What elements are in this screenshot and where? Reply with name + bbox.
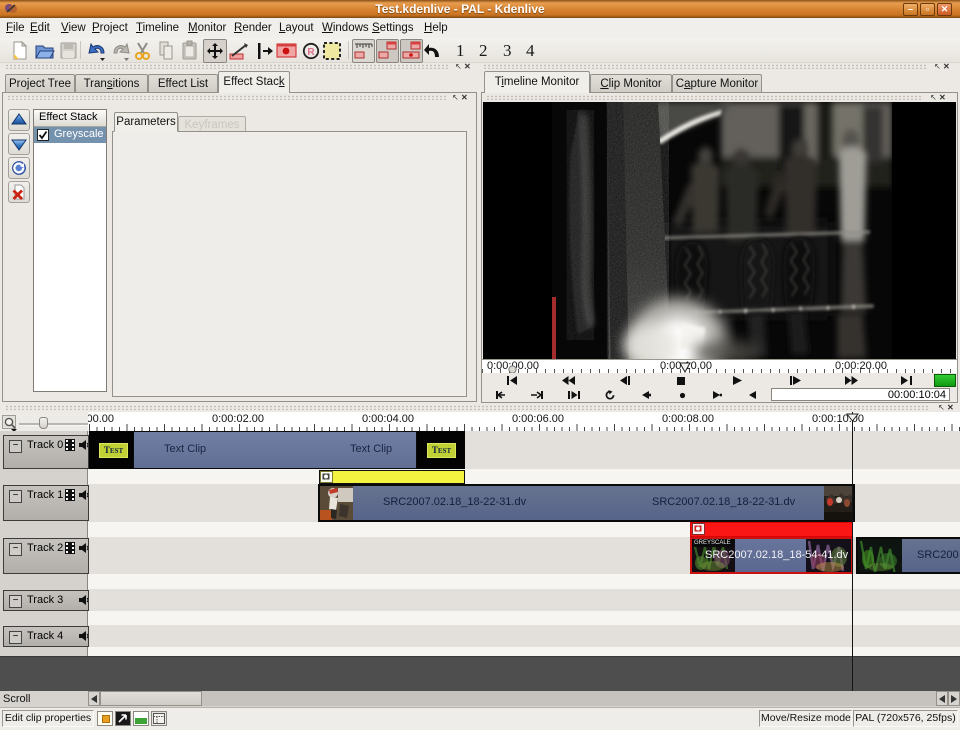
- svg-text:R: R: [307, 47, 315, 58]
